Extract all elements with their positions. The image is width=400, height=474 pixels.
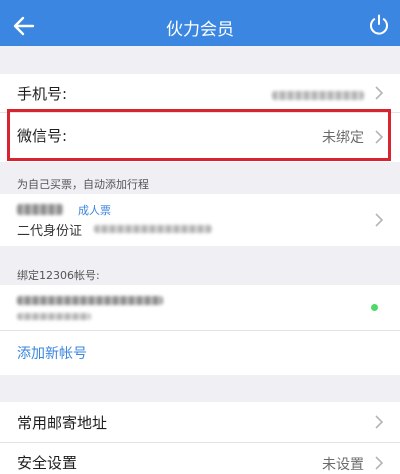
account-email-blurred [17, 296, 163, 305]
account-sub-blurred [17, 313, 91, 320]
chevron-right-icon [375, 456, 384, 470]
passenger-caption: 为自己买票，自动添加行程 [17, 178, 149, 191]
id-number-blurred [94, 225, 212, 233]
chevron-right-icon [375, 86, 384, 100]
security-row[interactable]: 安全设置 未设置 [0, 443, 400, 474]
chevron-right-icon [375, 213, 384, 227]
passenger-row[interactable]: 成人票 二代身份证 [0, 194, 400, 246]
power-icon[interactable] [366, 12, 392, 38]
security-label: 安全设置 [17, 454, 78, 472]
bound-account-row[interactable] [0, 285, 400, 330]
security-value: 未设置 [322, 457, 364, 473]
ticket-type-badge: 成人票 [78, 204, 111, 217]
bind12306-caption: 绑定12306帐号: [17, 269, 100, 282]
phone-row[interactable]: 手机号: [0, 74, 400, 112]
page-title: 伙力会员 [166, 20, 234, 40]
highlight-box [7, 109, 391, 161]
phone-label: 手机号: [17, 85, 68, 103]
passenger-name-blurred [17, 204, 63, 215]
phone-value-blurred [272, 88, 364, 104]
settings-group: 常用邮寄地址 安全设置 未设置 [0, 402, 400, 474]
bind12306-group: 添加新帐号 [0, 285, 400, 375]
chevron-right-icon [375, 415, 384, 429]
add-account-link[interactable]: 添加新帐号 [17, 343, 87, 363]
divider [0, 330, 400, 331]
status-dot [371, 304, 378, 311]
address-row[interactable]: 常用邮寄地址 [0, 402, 400, 442]
id-type-label: 二代身份证 [17, 224, 83, 239]
address-label: 常用邮寄地址 [17, 414, 108, 432]
nav-bar: 伙力会员 [0, 6, 400, 46]
